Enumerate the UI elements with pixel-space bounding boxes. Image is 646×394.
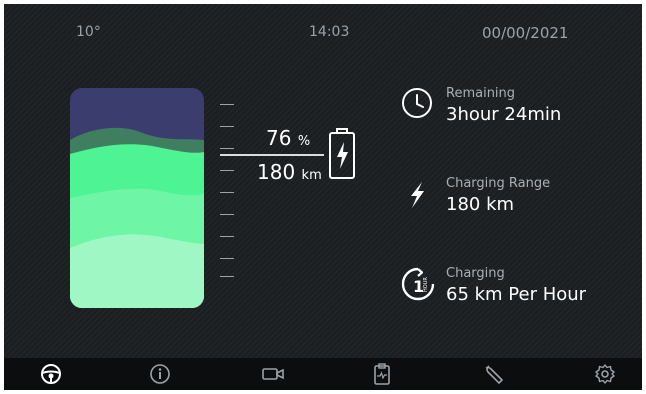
battery-range-unit: km	[301, 168, 322, 183]
remaining-value: 3hour 24min	[446, 104, 561, 125]
steering-wheel-icon[interactable]	[38, 362, 64, 386]
scale-tick	[220, 148, 234, 149]
charging-range-label: Charging Range	[446, 176, 551, 191]
camera-icon[interactable]	[260, 362, 286, 386]
wrench-icon[interactable]	[481, 362, 507, 386]
charging-rate-label: Charging	[446, 266, 505, 281]
battery-range: 180 km	[257, 160, 322, 184]
date-readout: 00/00/2021	[482, 24, 569, 42]
gear-icon[interactable]	[592, 362, 618, 386]
clipboard-icon[interactable]	[369, 362, 395, 386]
scale-tick	[220, 276, 234, 277]
scale-tick	[220, 236, 234, 237]
remaining-label: Remaining	[446, 86, 516, 101]
dashboard-screen: 10° 14:03 00/00/2021 76 % 180 km Remaini…	[4, 4, 642, 390]
clock-icon	[400, 86, 434, 124]
remaining-minutes-unit: min	[527, 104, 562, 125]
charging-range-value: 180 km	[446, 194, 515, 215]
scale-tick	[220, 126, 234, 127]
battery-charging-icon	[328, 128, 356, 184]
battery-percent-value: 76	[266, 126, 292, 150]
battery-range-value: 180	[257, 160, 296, 184]
one-hour-icon-text: HOUR	[423, 277, 429, 292]
info-icon[interactable]	[147, 362, 173, 386]
charge-level-marker	[220, 154, 324, 156]
remaining-minutes: 24	[504, 104, 528, 125]
battery-level-gauge	[70, 88, 204, 308]
remaining-hours-unit: hour	[457, 104, 499, 125]
one-hour-icon: 1 HOUR	[400, 266, 436, 306]
scale-tick	[220, 214, 234, 215]
range-scale	[220, 104, 240, 284]
scale-tick	[220, 170, 234, 171]
bottom-nav-bar	[4, 358, 642, 390]
charging-rate-value: 65 km Per Hour	[446, 284, 587, 305]
clock-readout: 14:03	[309, 24, 350, 40]
battery-percent-unit: %	[297, 134, 311, 149]
scale-tick	[220, 192, 234, 193]
scale-tick	[220, 104, 234, 105]
remaining-hours: 3	[446, 104, 458, 125]
scale-tick	[220, 258, 234, 259]
battery-percent: 76 %	[266, 126, 310, 150]
temperature-readout: 10°	[76, 24, 101, 40]
lightning-icon	[400, 176, 434, 214]
